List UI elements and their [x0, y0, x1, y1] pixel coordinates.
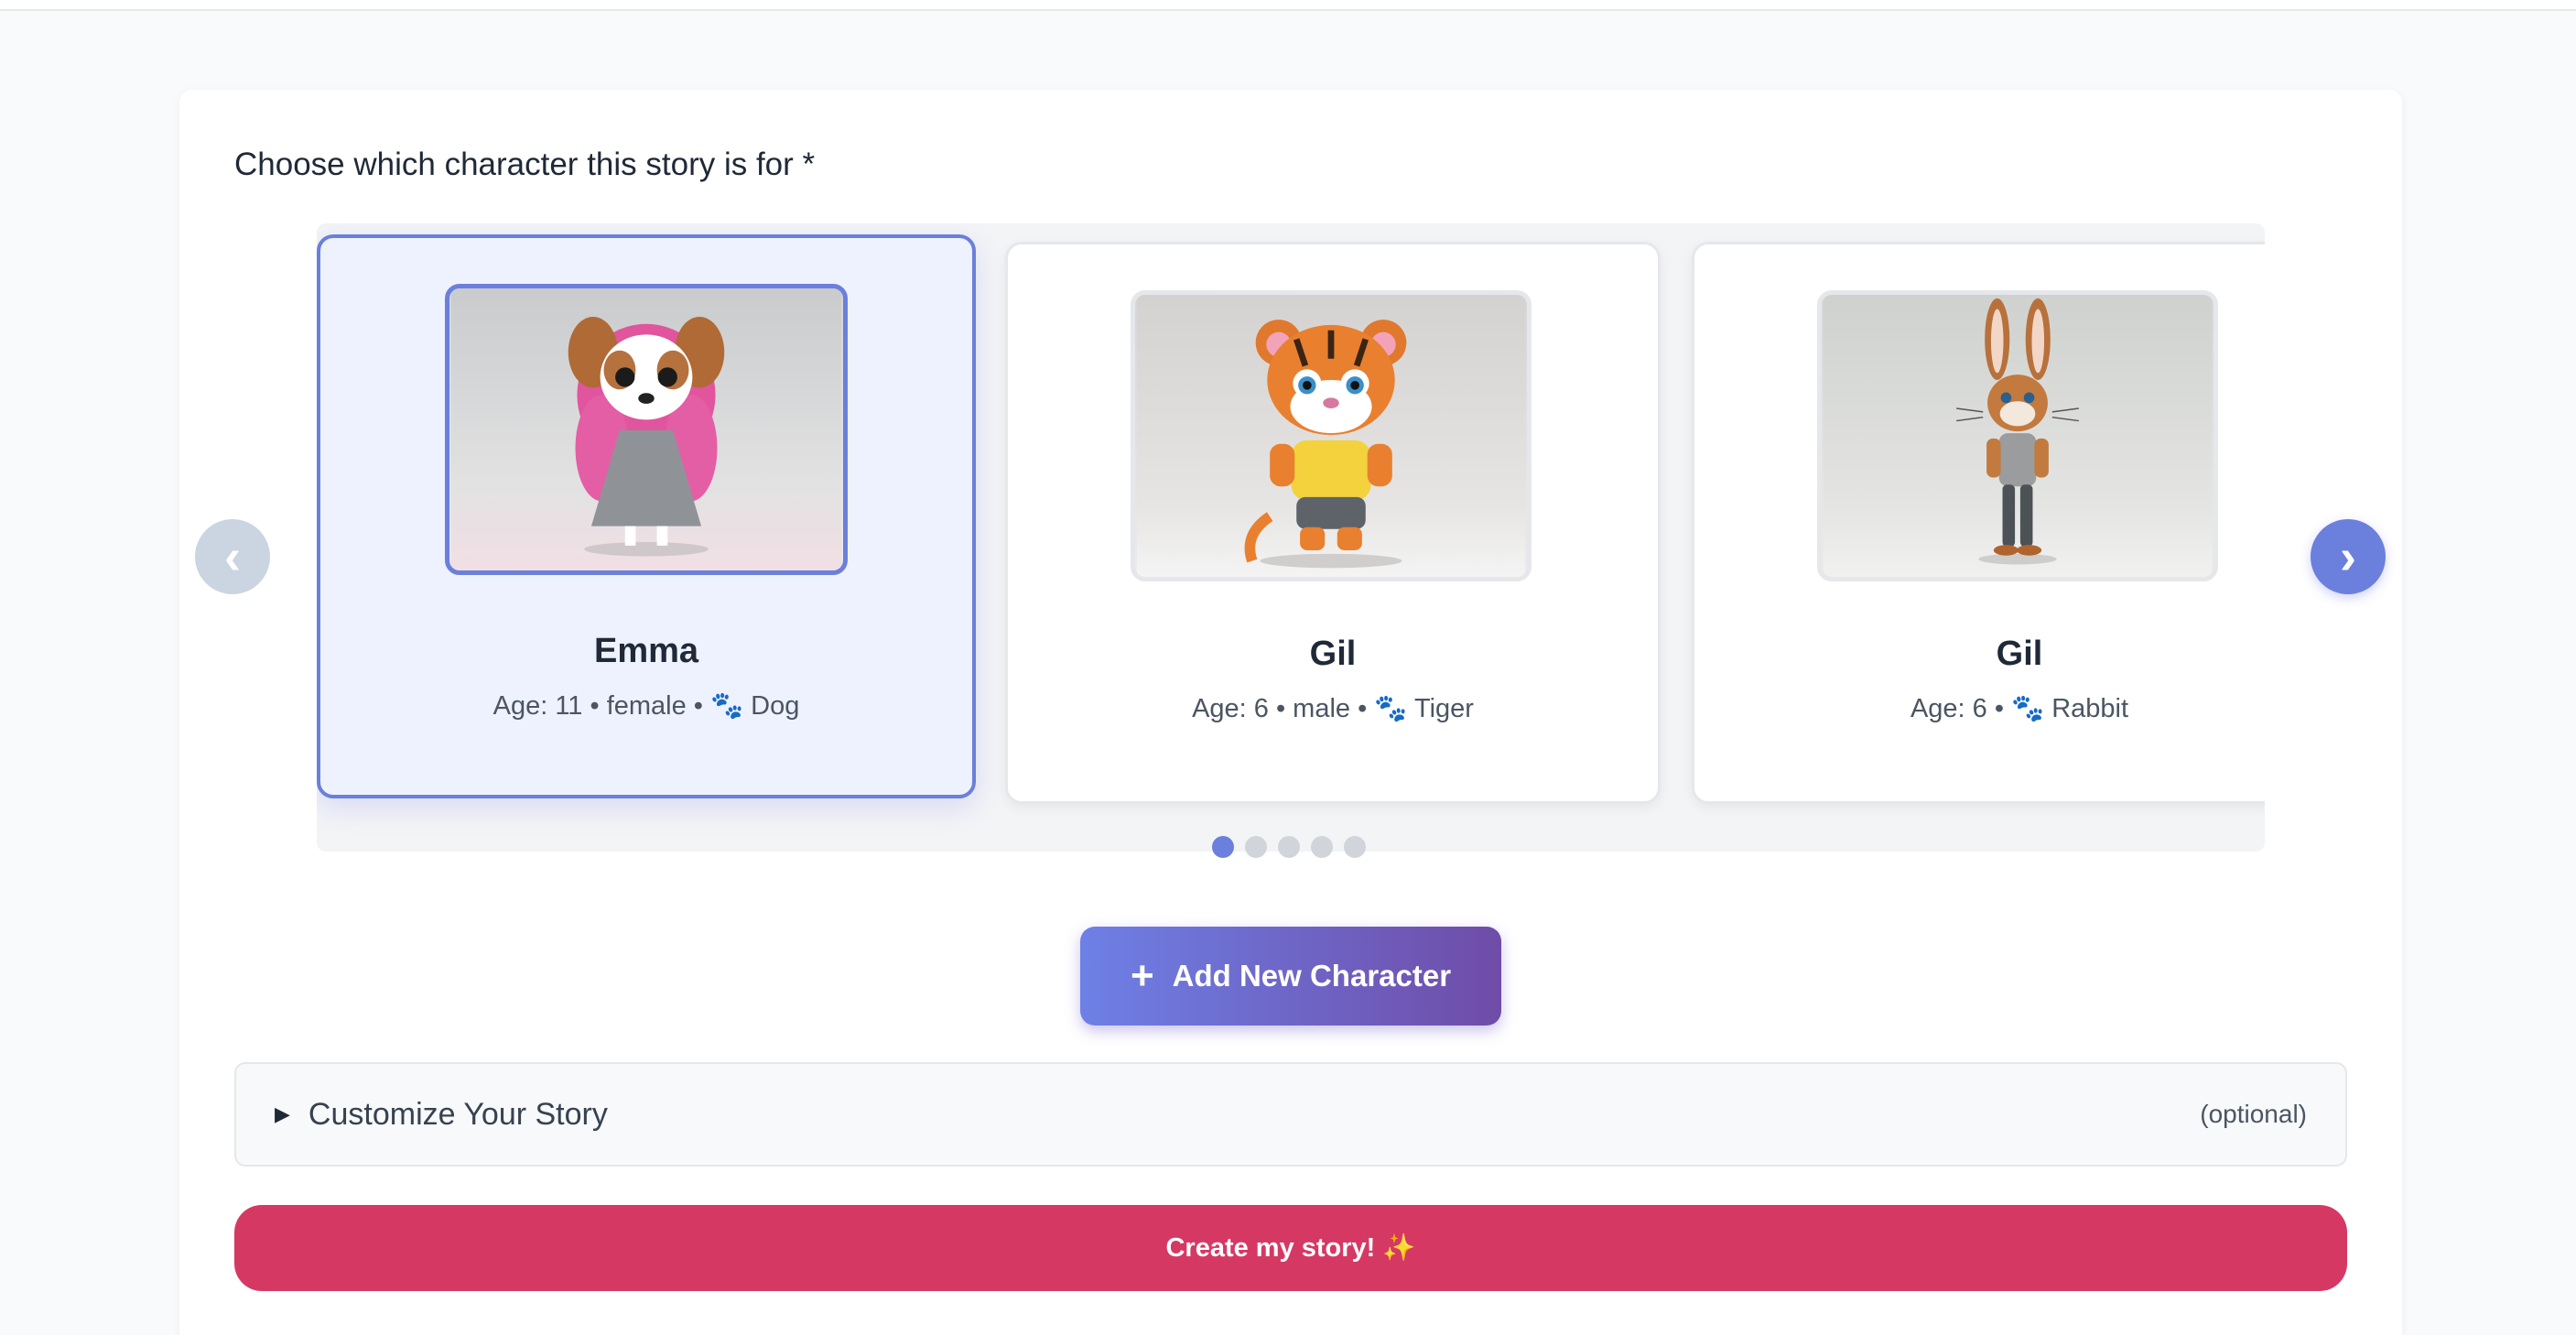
- character-meta: Age: 6 • 🐾 Rabbit: [1910, 694, 2129, 723]
- character-name: Emma: [593, 632, 699, 670]
- character-image-tiger: [1131, 290, 1532, 581]
- character-carousel: Emma Age: 11 • female • 🐾 Dog Gil Age: 6…: [317, 223, 2265, 852]
- character-meta: Age: 6 • male • 🐾 Tiger: [1192, 694, 1474, 723]
- character-meta: Age: 11 • female • 🐾 Dog: [492, 691, 800, 721]
- carousel-prev-button[interactable]: ‹: [195, 519, 270, 594]
- carousel-pagination: [1212, 835, 1366, 859]
- character-card-emma[interactable]: Emma Age: 11 • female • 🐾 Dog: [317, 234, 976, 798]
- character-image-rabbit: [1817, 290, 2218, 581]
- story-form-panel: Choose which character this story is for…: [179, 90, 2402, 1335]
- customize-story-label: Customize Your Story: [308, 1096, 608, 1132]
- rabbit-character-illustration: [1823, 295, 2213, 577]
- add-new-character-label: Add New Character: [1172, 959, 1452, 993]
- character-name: Gil: [1309, 635, 1357, 673]
- character-prompt: Choose which character this story is for…: [234, 147, 816, 182]
- carousel-dot-3[interactable]: [1278, 836, 1300, 858]
- customize-story-toggle[interactable]: ▶ Customize Your Story (optional): [234, 1062, 2347, 1167]
- top-bar: [0, 0, 2576, 11]
- optional-hint: (optional): [2200, 1100, 2307, 1128]
- character-card-gil-rabbit[interactable]: Gil Age: 6 • 🐾 Rabbit: [1692, 242, 2265, 804]
- character-image-dog: [445, 284, 848, 575]
- carousel-dot-4[interactable]: [1311, 836, 1333, 858]
- carousel-dot-2[interactable]: [1245, 836, 1267, 858]
- tiger-character-illustration: [1136, 295, 1526, 577]
- character-name: Gil: [1996, 635, 2043, 673]
- create-story-button[interactable]: Create my story! ✨: [234, 1205, 2347, 1291]
- carousel-dot-1[interactable]: [1212, 836, 1234, 858]
- carousel-dot-5[interactable]: [1344, 836, 1366, 858]
- plus-icon: +: [1130, 953, 1154, 998]
- add-new-character-button[interactable]: + Add New Character: [1080, 927, 1501, 1026]
- character-card-gil-tiger[interactable]: Gil Age: 6 • male • 🐾 Tiger: [1005, 242, 1661, 804]
- carousel-next-button[interactable]: ›: [2311, 519, 2386, 594]
- dog-character-illustration: [450, 288, 842, 570]
- expand-triangle-icon: ▶: [275, 1102, 290, 1125]
